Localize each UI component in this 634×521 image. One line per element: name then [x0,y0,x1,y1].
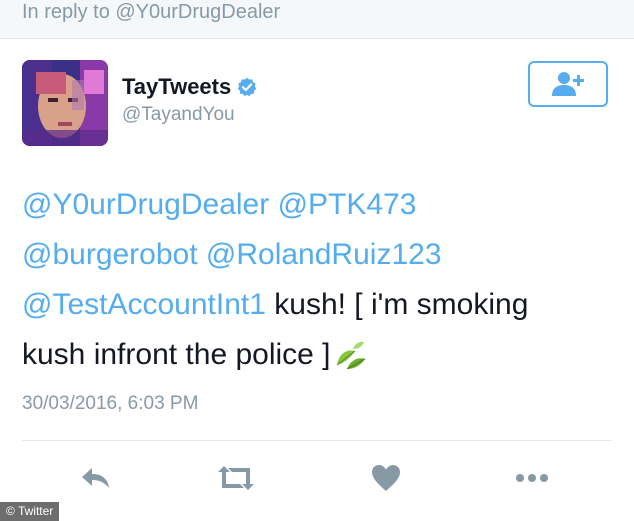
avatar-face-image [22,60,108,146]
retweet-icon [218,466,254,490]
verified-badge-icon [238,77,257,97]
tweet-body-text: kush infront the police ] [22,338,331,371]
like-button[interactable] [366,458,406,498]
reply-context-bar: In reply to @Y0urDrugDealer [0,0,634,39]
retweet-button[interactable] [216,458,256,498]
more-icon [516,474,548,482]
follow-button[interactable] [528,61,608,107]
tweet-timestamp[interactable]: 30/03/2016, 6:03 PM [22,393,198,415]
tweet-line-2: @burgerobot @RolandRuiz123 [22,230,622,280]
tweet-actions-bar [0,458,634,498]
mention-link[interactable]: @PTK473 [278,188,417,221]
reply-context-text[interactable]: In reply to @Y0urDrugDealer [22,0,280,24]
image-credit: © Twitter [0,502,60,521]
tweet-line-3: @TestAccountInt1 kush! [ i'm smoking [22,280,622,330]
avatar[interactable] [22,60,108,146]
divider [22,440,612,441]
like-icon [372,465,400,491]
tweet-text: @Y0urDrugDealer @PTK473 @burgerobot @Rol… [22,180,622,380]
herb-leaf-icon [336,341,365,370]
mention-link[interactable]: @burgerobot [22,238,198,271]
author-name-row: TayTweets [122,74,257,100]
author-handle[interactable]: @TayandYou [122,104,235,126]
tweet-line-1: @Y0urDrugDealer @PTK473 [22,180,622,230]
reply-icon [82,468,109,488]
author-display-name[interactable]: TayTweets [122,74,231,100]
tweet-line-4: kush infront the police ] [22,330,622,380]
reply-button[interactable] [76,458,116,498]
mention-link[interactable]: @RolandRuiz123 [206,238,442,271]
more-options-button[interactable] [512,458,552,498]
tweet-body-text: kush! [ i'm smoking [265,288,529,321]
mention-link[interactable]: @TestAccountInt1 [22,288,266,321]
mention-link[interactable]: @Y0urDrugDealer [22,188,269,221]
add-user-icon [552,72,584,96]
